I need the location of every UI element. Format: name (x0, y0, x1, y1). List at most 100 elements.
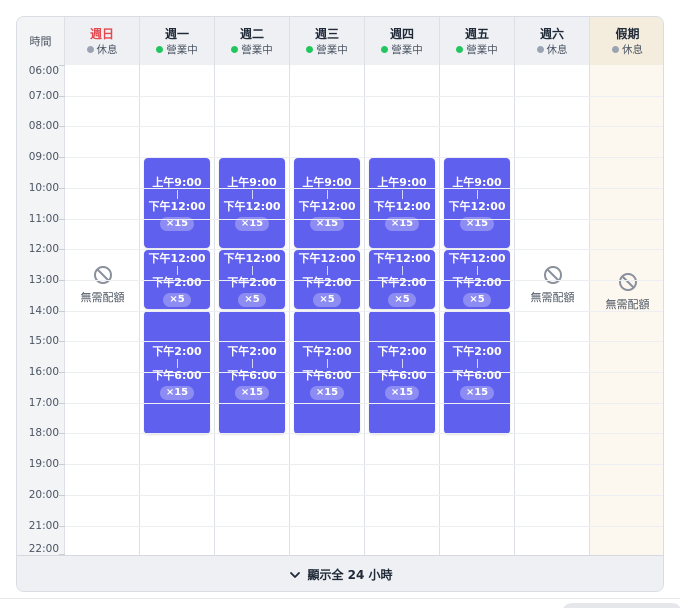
hour-gridline (65, 525, 663, 527)
partial-button[interactable] (562, 603, 680, 608)
slot-end: 下午2:00 (152, 276, 202, 289)
day-status: 營業中 (381, 43, 423, 57)
day-status: 營業中 (306, 43, 348, 57)
day-header-wed[interactable]: 週三 營業中 (290, 17, 365, 65)
hour-gridline (65, 279, 663, 281)
slot-separator (401, 189, 403, 199)
hour-label: 18:00 (28, 427, 59, 440)
slot-capacity-badge: ×5 (163, 293, 191, 307)
hour-gridline (65, 126, 663, 128)
slot-capacity-badge: ×15 (384, 386, 420, 400)
schedule-header: 時間 週日 休息 週一 營業中 週二 營業中 週三 營業中 週四 營業中 週五 … (17, 17, 663, 65)
slot-separator (176, 189, 178, 199)
time-slot[interactable]: 上午9:00 下午12:00 ×15 (144, 158, 210, 248)
slot-start: 上午9:00 (152, 175, 202, 189)
slot-start: 下午12:00 (148, 252, 206, 265)
slot-capacity-badge: ×5 (463, 293, 491, 307)
hour-label: 13:00 (28, 273, 59, 286)
hour-gridline (65, 157, 663, 159)
show-all-hours-button[interactable]: 顯示全 24 小時 (17, 555, 663, 591)
slot-capacity-badge: ×5 (238, 293, 266, 307)
slot-end: 下午12:00 (298, 199, 356, 213)
slot-end: 下午2:00 (227, 276, 277, 289)
hour-gridline (65, 433, 663, 435)
no-quota-indicator: 無需配額 (515, 265, 590, 305)
day-name: 假期 (615, 26, 640, 41)
status-dot-icon (381, 46, 389, 53)
slot-end: 下午6:00 (377, 369, 427, 382)
hour-label: 07:00 (28, 89, 59, 102)
day-status-text: 營業中 (166, 43, 198, 56)
weekly-schedule-panel: 時間 週日 休息 週一 營業中 週二 營業中 週三 營業中 週四 營業中 週五 … (16, 16, 664, 592)
slot-end: 下午6:00 (152, 369, 202, 382)
slot-start: 上午9:00 (227, 175, 277, 189)
hour-gridline (65, 187, 663, 189)
status-dot-icon (536, 46, 544, 53)
time-column-label: 時間 (29, 35, 52, 48)
hour-label: 21:00 (28, 519, 59, 532)
hour-label: 15:00 (28, 335, 59, 348)
slot-separator (251, 266, 253, 275)
slot-separator (176, 359, 178, 368)
no-quota-indicator: 無需配額 (590, 272, 663, 312)
slot-start: 下午2:00 (377, 345, 427, 358)
day-status: 營業中 (456, 43, 498, 57)
day-header-tue[interactable]: 週二 營業中 (215, 17, 290, 65)
time-slot[interactable]: 上午9:00 下午12:00 ×15 (219, 158, 285, 248)
slot-end: 下午6:00 (302, 369, 352, 382)
slot-end: 下午2:00 (377, 276, 427, 289)
slot-separator (476, 189, 478, 199)
day-status-text: 營業中 (241, 43, 273, 56)
day-header-sat[interactable]: 週六 休息 (515, 17, 590, 65)
slot-separator (326, 266, 328, 275)
time-slot[interactable]: 上午9:00 下午12:00 ×15 (444, 158, 510, 248)
day-name: 週二 (239, 26, 264, 41)
time-slot[interactable]: 上午9:00 下午12:00 ×15 (369, 158, 435, 248)
day-status-text: 休息 (96, 43, 118, 56)
hour-label: 22:00 (28, 543, 59, 555)
hour-gridline (65, 494, 663, 496)
status-dot-icon (306, 46, 314, 53)
slot-end: 下午12:00 (448, 199, 506, 213)
hour-label: 10:00 (28, 181, 59, 194)
slot-start: 上午9:00 (377, 175, 427, 189)
hour-gridline (65, 249, 663, 251)
slot-end: 下午6:00 (452, 369, 502, 382)
day-name: 週日 (89, 26, 114, 41)
day-status: 營業中 (156, 43, 198, 57)
day-header-thu[interactable]: 週四 營業中 (365, 17, 440, 65)
slot-capacity-badge: ×15 (234, 386, 270, 400)
day-header-holiday[interactable]: 假期 休息 (590, 17, 663, 65)
hour-label: 16:00 (28, 366, 59, 378)
slot-capacity-badge: ×15 (309, 386, 345, 400)
day-status: 營業中 (231, 43, 273, 57)
no-quota-label: 無需配額 (530, 291, 575, 304)
day-header-sun[interactable]: 週日 休息 (65, 17, 140, 65)
prohibited-icon (543, 266, 562, 284)
time-slot[interactable]: 上午9:00 下午12:00 ×15 (294, 158, 360, 248)
slot-separator (176, 266, 178, 275)
slot-start: 下午12:00 (448, 252, 506, 265)
slot-end: 下午6:00 (227, 369, 277, 382)
status-dot-icon (456, 46, 464, 53)
slot-end: 下午12:00 (148, 199, 206, 213)
hour-label: 17:00 (28, 396, 59, 409)
day-header-mon[interactable]: 週一 營業中 (140, 17, 215, 65)
day-name: 週三 (314, 26, 339, 41)
slot-start: 下午12:00 (298, 252, 356, 265)
day-header-fri[interactable]: 週五 營業中 (440, 17, 515, 65)
slot-separator (326, 189, 328, 199)
slot-separator (401, 359, 403, 368)
slot-separator (476, 266, 478, 275)
day-status-text: 營業中 (466, 43, 498, 56)
slot-start: 下午12:00 (373, 252, 431, 265)
hour-label: 14:00 (28, 304, 59, 317)
slot-separator (401, 266, 403, 275)
slot-capacity-badge: ×5 (388, 293, 416, 307)
slot-start: 下午12:00 (223, 252, 281, 265)
slot-start: 下午2:00 (452, 345, 502, 358)
hour-label: 09:00 (28, 151, 59, 164)
hour-gridline (65, 402, 663, 404)
hour-gridline (65, 310, 663, 312)
day-status: 休息 (612, 43, 643, 57)
